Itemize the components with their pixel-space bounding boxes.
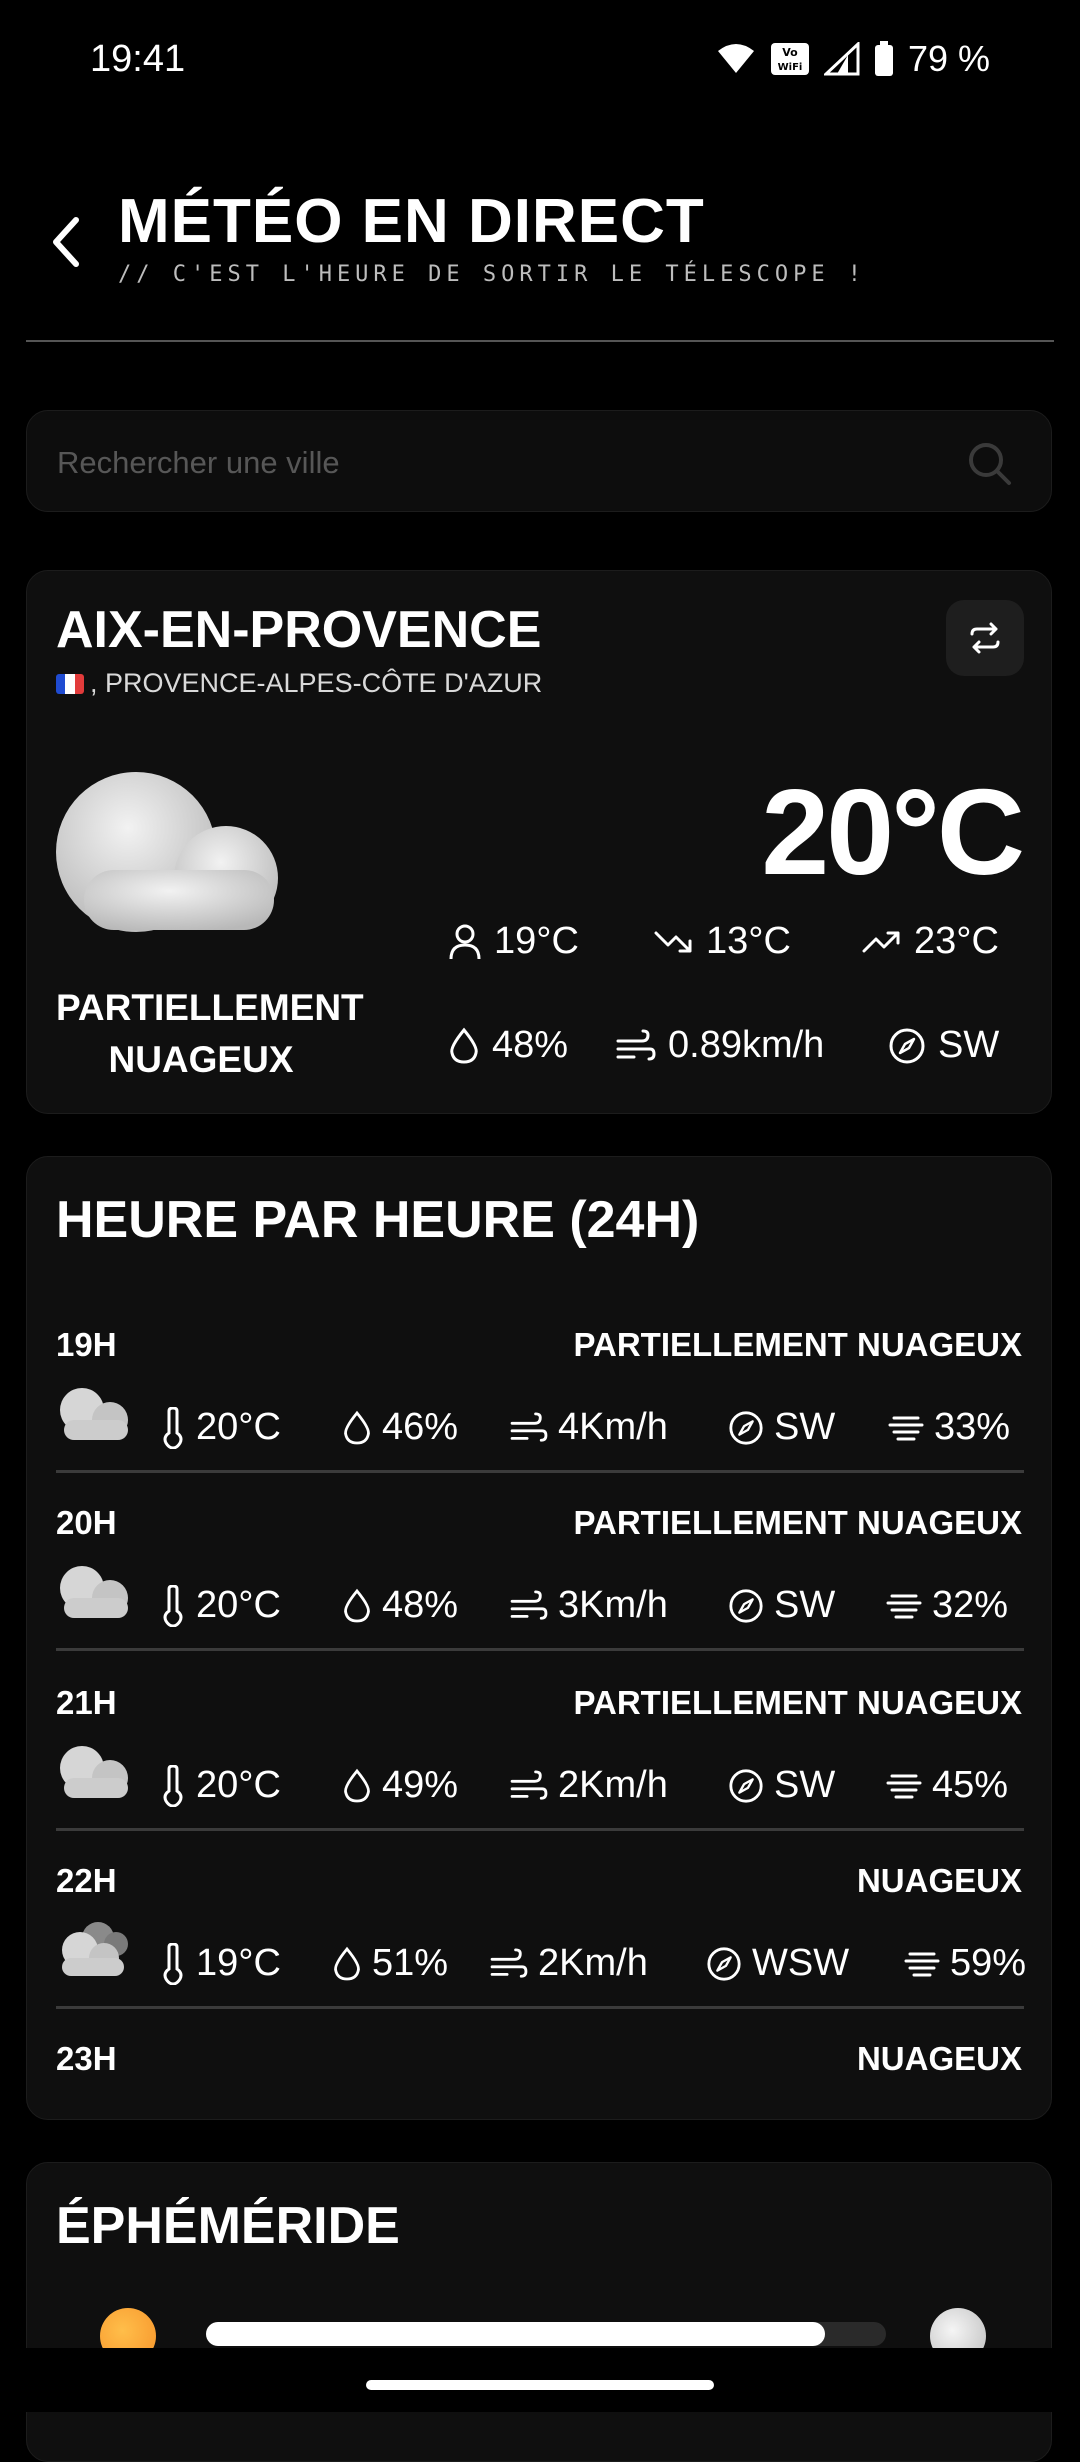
compass-icon (729, 1410, 763, 1445)
row-divider (56, 2006, 1024, 2009)
vowifi-icon: Vo WiFi (770, 43, 809, 75)
temp-min: 13°C (654, 920, 791, 963)
cloud-icon (60, 1746, 128, 1798)
feels-like: 19°C (448, 920, 579, 963)
hour-condition: PARTIELLEMENT NUAGEUX (573, 1684, 1022, 1721)
hour-label: 19H (56, 1326, 117, 1363)
hour-wind: 3Km/h (510, 1584, 668, 1627)
hour-wind: 2Km/h (510, 1764, 668, 1807)
wind-icon (510, 1411, 548, 1442)
hour-temp: 20°C (160, 1406, 281, 1449)
wind-direction: SW (888, 1024, 999, 1067)
hour-humidity: 49% (342, 1764, 458, 1807)
status-time: 19:41 (90, 38, 186, 80)
hour-cloud-cover: 32% (886, 1584, 1008, 1627)
city-name: AIX-EN-PROVENCE (56, 601, 542, 659)
person-icon (449, 924, 481, 959)
home-indicator[interactable] (366, 2380, 714, 2390)
row-divider (56, 1828, 1024, 1831)
swap-icon (970, 622, 1000, 654)
droplet-icon (344, 1768, 370, 1802)
hour-label: 22H (56, 1862, 117, 1899)
hour-direction: SW (728, 1764, 835, 1807)
search-input[interactable] (55, 437, 939, 489)
current-condition: PARTIELLEMENT NUAGEUX (56, 987, 364, 1080)
hour-condition: NUAGEUX (856, 1862, 1022, 1899)
row-divider (56, 1648, 1024, 1651)
hour-humidity: 46% (342, 1406, 458, 1449)
battery-level: 79 % (907, 38, 990, 79)
compass-icon (707, 1946, 741, 1981)
current-temperature: 20°C (761, 764, 1025, 900)
thermometer-icon (163, 1764, 183, 1807)
region-line: , PROVENCE-ALPES-CÔTE D'AZUR (56, 668, 542, 699)
trend-down-icon (654, 931, 692, 952)
droplet-icon (344, 1588, 370, 1622)
hour-condition: PARTIELLEMENT NUAGEUX (573, 1326, 1022, 1363)
thermometer-icon (163, 1584, 183, 1627)
hour-wind: 4Km/h (510, 1406, 668, 1449)
compass-icon (729, 1768, 763, 1803)
cloud-icon (60, 1566, 128, 1618)
hour-temp: 20°C (160, 1584, 281, 1627)
wind-icon (510, 1769, 548, 1800)
swap-location-button[interactable] (946, 600, 1024, 676)
search-bar[interactable] (26, 410, 1052, 512)
svg-text:WiFi: WiFi (778, 62, 803, 73)
wind-icon (490, 1947, 528, 1978)
hour-direction: SW (728, 1584, 835, 1627)
hour-direction: SW (728, 1406, 835, 1449)
header-divider (26, 340, 1054, 342)
status-icons: Vo WiFi 79 % (716, 38, 990, 80)
thermometer-icon (163, 1942, 183, 1985)
compass-icon (729, 1588, 763, 1623)
hour-cloud-cover: 59% (904, 1942, 1026, 1985)
hour-cloud-cover: 45% (886, 1764, 1008, 1807)
hour-condition: NUAGEUX (856, 2040, 1022, 2077)
trend-up-icon (862, 931, 900, 952)
clouds-icon (62, 1922, 128, 1976)
hour-temp: 20°C (160, 1764, 281, 1807)
hour-humidity: 48% (342, 1584, 458, 1627)
svg-text:Vo: Vo (782, 46, 798, 59)
hour-condition: PARTIELLEMENT NUAGEUX (573, 1504, 1022, 1541)
fog-icon (886, 1594, 922, 1618)
row-divider (56, 1470, 1024, 1473)
droplet-icon (344, 1410, 370, 1444)
fog-icon (888, 1416, 924, 1440)
cloud-icon (60, 1388, 128, 1440)
wind-speed: 0.89km/h (616, 1024, 824, 1067)
battery-icon (874, 41, 893, 76)
page-title: MÉTÉO EN DIRECT (118, 187, 705, 256)
page-subtitle: // C'EST L'HEURE DE SORTIR LE TÉLESCOPE … (118, 262, 867, 287)
day-progress-fill (206, 2322, 825, 2346)
hour-temp: 19°C (160, 1942, 281, 1985)
hour-cloud-cover: 33% (888, 1406, 1010, 1449)
hour-label: 21H (56, 1684, 117, 1721)
humidity: 48% (448, 1024, 568, 1067)
hour-wind: 2Km/h (490, 1942, 648, 1985)
fog-icon (904, 1952, 940, 1976)
search-icon[interactable] (967, 441, 1013, 487)
compass-icon (889, 1028, 925, 1063)
temp-max: 23°C (862, 920, 999, 963)
wind-icon (510, 1589, 548, 1620)
fog-icon (886, 1774, 922, 1798)
wind-icon (616, 1029, 656, 1060)
hour-direction: WSW (706, 1942, 849, 1985)
ephemeris-title: ÉPHÉMÉRIDE (56, 2197, 400, 2255)
hour-humidity: 51% (332, 1942, 448, 1985)
thermometer-icon (163, 1406, 183, 1449)
region-name: , PROVENCE-ALPES-CÔTE D'AZUR (90, 668, 543, 698)
signal-icon (823, 42, 860, 76)
back-arrow-icon[interactable] (46, 214, 86, 270)
hour-label: 23H (56, 2040, 117, 2077)
hour-label: 20H (56, 1504, 117, 1541)
cloud-icon (56, 772, 278, 932)
wifi-icon (717, 44, 754, 73)
france-flag-icon (56, 673, 84, 694)
droplet-icon (334, 1946, 360, 1980)
hourly-title: HEURE PAR HEURE (24H) (56, 1191, 700, 1249)
droplet-icon (450, 1027, 478, 1064)
